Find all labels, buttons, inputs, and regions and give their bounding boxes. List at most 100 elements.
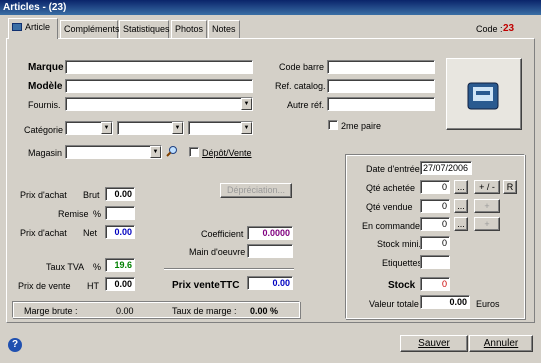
autre-ref-label: Autre réf. [287,100,325,110]
tab-complements[interactable]: Compléments [60,20,120,38]
prix-vente-ht-label: Prix de vente [18,281,71,291]
code-label: Code : [476,24,503,34]
marge-brute-value: 0.00 [116,306,134,316]
categorie-label: Catégorie [24,125,64,135]
qte-achetee-ellipsis-button[interactable]: ... [454,180,468,194]
qte-vendue-label: Qté vendue [366,202,413,212]
marque-input[interactable] [65,60,253,74]
categorie-select-3[interactable]: ▼ [188,121,253,135]
net-label: Net [83,228,98,238]
modele-label: Modèle [28,81,63,92]
code-barre-input[interactable] [327,60,435,74]
remise-pct-label: % [93,209,102,219]
prix-vente-ttc-input[interactable]: 0.00 [247,276,293,290]
article-tab-icon [12,23,22,31]
sauver-button[interactable]: Sauver [400,335,468,352]
marque-label: Marque [28,62,64,73]
categorie-select-1[interactable]: ▼ [65,121,113,135]
prix-vente-ttc-label: Prix vente [172,280,220,291]
coefficient-label: Coefficient [201,229,244,239]
ht-label: HT [87,281,99,291]
help-icon[interactable]: ? [8,338,22,352]
qte-achetee-input[interactable]: 0 [420,180,450,194]
chevron-down-icon: ▼ [150,146,161,158]
categorie-select-2[interactable]: ▼ [117,121,184,135]
tab-complements-label: Compléments [64,24,120,34]
prix-achat-brut-label: Prix d'achat [20,190,67,200]
divider [164,268,294,270]
r-button[interactable]: R [503,180,517,194]
en-commande-input[interactable]: 0 [420,217,450,231]
title-bar: Articles - (23) [0,0,541,15]
en-commande-label: En commande [362,221,421,231]
tab-statistiques-label: Statistiques [123,24,170,34]
deuxieme-paire-label: 2me paire [341,121,382,131]
valeur-totale-value: 0.00 [420,295,470,309]
etiquettes-input[interactable] [420,255,450,269]
valeur-totale-label: Valeur totale [369,299,419,309]
stock-label: Stock [388,280,416,291]
qte-achetee-label: Qté achetée [366,183,416,193]
remise-label: Remise [58,209,89,219]
tab-photos-label: Photos [175,24,204,34]
qte-vendue-input[interactable]: 0 [420,199,450,213]
brut-label: Brut [83,190,100,200]
euros-label: Euros [476,299,500,309]
annuler-label: Annuler [483,338,519,349]
main-oeuvre-input[interactable] [247,244,293,258]
sauver-label: Sauver [418,338,450,349]
prix-achat-net-label: Prix d'achat [20,228,67,238]
photo-icon [467,82,499,110]
remise-input[interactable] [105,206,135,220]
plus-minus-button[interactable]: + / - [474,180,500,194]
date-entree-label: Date d'entrée [366,164,420,174]
en-commande-ellipsis-button[interactable]: ... [454,217,468,231]
tab-photos[interactable]: Photos [171,20,207,38]
taux-tva-pct: % [93,262,102,272]
coefficient-input[interactable]: 0.0000 [247,226,293,240]
etiquettes-label: Etiquettes [382,258,423,268]
stock-mini-label: Stock mini. [377,239,422,249]
depot-vente-checkbox[interactable] [189,147,199,157]
taux-tva-input[interactable]: 19.6 [105,258,135,272]
window-title: Articles - (23) [3,2,67,13]
qte-vendue-ellipsis-button[interactable]: ... [454,199,468,213]
prix-vente-ht-input[interactable]: 0.00 [105,277,135,291]
ttc-label: TTC [220,280,240,291]
fournis-select[interactable]: ▼ [65,97,253,111]
ref-catalog-input[interactable] [327,79,435,93]
chevron-down-icon: ▼ [241,122,252,134]
search-icon[interactable] [166,145,178,157]
taux-marge-value: 0.00 % [250,306,279,316]
stock-mini-input[interactable]: 0 [420,236,450,250]
en-commande-plus-button[interactable]: + [474,217,500,231]
fournis-label: Fournis. [28,100,61,110]
magasin-select[interactable]: ▼ [65,145,162,159]
autre-ref-input[interactable] [327,97,435,111]
photo-button[interactable] [446,58,522,130]
chevron-down-icon: ▼ [241,98,252,110]
code-barre-label: Code barre [279,62,325,72]
tab-article-label: Article [25,22,51,32]
chevron-down-icon: ▼ [172,122,183,134]
tab-statistiques[interactable]: Statistiques [119,20,170,38]
stock-value: 0 [420,277,450,291]
taux-tva-label: Taux TVA [46,262,85,272]
prix-achat-net-value: 0.00 [105,225,135,239]
prix-achat-brut-input[interactable]: 0.00 [105,187,135,201]
modele-input[interactable] [65,79,253,93]
tab-article[interactable]: Article [8,18,58,39]
taux-marge-label: Taux de marge : [172,306,237,316]
date-entree-input[interactable]: 27/07/2006 [420,161,472,175]
chevron-down-icon: ▼ [101,122,112,134]
deuxieme-paire-checkbox[interactable] [328,120,338,130]
qte-vendue-plus-button[interactable]: + [474,199,500,213]
magasin-label: Magasin [28,148,63,158]
tab-notes[interactable]: Notes [208,20,240,38]
depreciation-button[interactable]: Dépréciation... [220,183,292,198]
annuler-button[interactable]: Annuler [469,335,533,352]
marge-brute-label: Marge brute : [24,306,78,316]
tab-notes-label: Notes [212,24,236,34]
depot-vente-label: Dépôt/Vente [202,148,252,158]
code-value: 23 [503,23,515,34]
